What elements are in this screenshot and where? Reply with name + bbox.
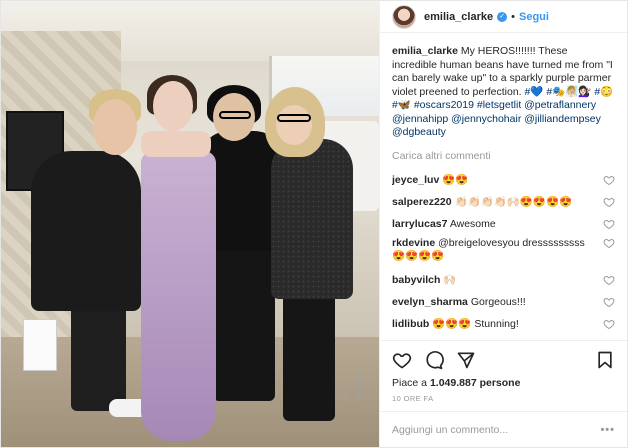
comment-text: babyvilch 🙌🏻 xyxy=(392,273,456,286)
load-more-comments[interactable]: Carica altri commenti xyxy=(392,150,615,162)
person-4-glasses xyxy=(277,114,311,122)
person-3-legs xyxy=(213,241,275,401)
comment-text: salperez220 👏🏻👏🏻👏🏻👏🏻🙌🏻😍😍😍😍 xyxy=(392,195,572,208)
avatar[interactable] xyxy=(392,4,416,29)
person-1-body xyxy=(31,151,141,311)
action-icons xyxy=(392,349,615,371)
comment-user[interactable]: evelyn_sharma xyxy=(392,296,468,308)
person-1-legs xyxy=(71,301,126,411)
bookmark-icon[interactable] xyxy=(595,350,615,370)
post-caption: emilia_clarke My HEROS!!!!!!! These incr… xyxy=(392,45,615,140)
comment-body: 👏🏻👏🏻👏🏻👏🏻🙌🏻😍😍😍😍 xyxy=(454,196,573,208)
person-2-shoulders xyxy=(141,131,211,157)
comment-user[interactable]: larrylucas7 xyxy=(392,218,447,230)
likes-prefix: Piace a xyxy=(392,377,430,389)
comment-row: salperez220 👏🏻👏🏻👏🏻👏🏻🙌🏻😍😍😍😍 xyxy=(392,193,615,211)
person-3-glasses xyxy=(219,111,251,119)
comment-row: evelyn_sharma Gorgeous!!! xyxy=(392,293,615,311)
caption-author[interactable]: emilia_clarke xyxy=(392,45,458,57)
post-side-panel: emilia_clarke ✓ • Segui emilia_clarke My… xyxy=(379,1,627,447)
post-actions: Piace a 1.049.887 persone 10 ORE FA xyxy=(380,340,627,403)
heart-icon[interactable] xyxy=(603,174,615,186)
heart-icon[interactable] xyxy=(603,196,615,208)
instagram-post: emilia_clarke ✓ • Segui emilia_clarke My… xyxy=(0,0,628,448)
comment-row: larrylucas7 Awesome xyxy=(392,215,615,233)
comment-body: 😍😍😍 Stunning! xyxy=(432,318,519,330)
comments-section: emilia_clarke My HEROS!!!!!!! These incr… xyxy=(380,33,627,340)
photo-wine-glass xyxy=(345,371,359,401)
post-header: emilia_clarke ✓ • Segui xyxy=(380,1,627,33)
heart-icon[interactable] xyxy=(603,296,615,308)
comment-text: rkdevine @breigelovesyou dresssssssss 😍😍… xyxy=(392,237,592,263)
comment-user[interactable]: jeyce_luv xyxy=(392,174,439,186)
likes-count[interactable]: Piace a 1.049.887 persone xyxy=(392,377,615,389)
comment-text: evelyn_sharma Gorgeous!!! xyxy=(392,296,526,308)
comment-text: lidlibub 😍😍😍 Stunning! xyxy=(392,317,519,330)
comment-body: 😍😍 xyxy=(442,174,469,186)
likes-number: 1.049.887 xyxy=(429,377,477,389)
person-2-head xyxy=(153,81,193,131)
comment-body: 🙌🏻 xyxy=(443,274,457,286)
post-timestamp[interactable]: 10 ORE FA xyxy=(392,394,615,403)
post-photo[interactable] xyxy=(1,1,379,447)
person-1-head xyxy=(93,99,137,155)
likes-suffix: persone xyxy=(476,377,521,389)
follow-button[interactable]: Segui xyxy=(519,11,549,23)
username-link[interactable]: emilia_clarke xyxy=(424,11,493,23)
person-4-head xyxy=(276,105,312,145)
add-comment-bar: ••• xyxy=(380,411,627,447)
comment-body: Awesome xyxy=(449,217,496,230)
share-icon[interactable] xyxy=(456,350,476,370)
comment-text: jeyce_luv 😍😍 xyxy=(392,173,468,186)
separator-dot: • xyxy=(511,10,515,23)
heart-icon[interactable] xyxy=(603,274,615,286)
comment-input[interactable] xyxy=(392,423,601,436)
heart-icon[interactable] xyxy=(603,318,615,330)
comment-text: larrylucas7 Awesome xyxy=(392,218,496,230)
heart-icon[interactable] xyxy=(603,218,615,230)
comment-user[interactable]: salperez220 xyxy=(392,196,452,208)
comment-row: lidlibub 😍😍😍 Stunning! xyxy=(392,315,615,333)
person-4-legs xyxy=(283,291,335,421)
comment-user[interactable]: babyvilch xyxy=(392,274,440,286)
more-options-icon[interactable]: ••• xyxy=(600,424,615,436)
comment-row: jeyce_luv 😍😍 xyxy=(392,171,615,189)
comment-user[interactable]: lidlibub xyxy=(392,318,429,330)
verified-badge-icon: ✓ xyxy=(497,11,508,22)
comment-bubble-icon[interactable] xyxy=(424,350,444,370)
comment-user[interactable]: rkdevine xyxy=(392,237,435,249)
person-4-body xyxy=(271,139,353,299)
photo-shopping-bag xyxy=(23,319,57,371)
like-heart-icon[interactable] xyxy=(392,350,412,370)
person-2-dress xyxy=(141,151,216,441)
comment-body: Gorgeous!!! xyxy=(470,295,526,308)
comment-row: rkdevine @breigelovesyou dresssssssss 😍😍… xyxy=(392,237,615,267)
comment-row: babyvilch 🙌🏻 xyxy=(392,271,615,289)
heart-icon[interactable] xyxy=(603,237,615,249)
